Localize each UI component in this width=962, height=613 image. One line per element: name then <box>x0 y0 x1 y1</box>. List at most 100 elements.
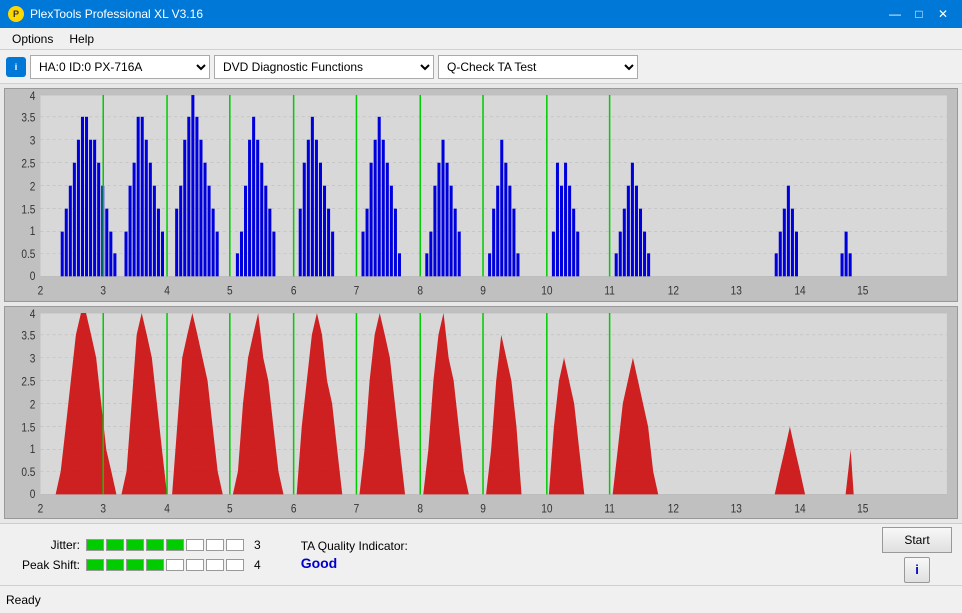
peak-bar-4 <box>146 559 164 571</box>
svg-text:2: 2 <box>30 398 36 411</box>
jitter-bar-5 <box>166 539 184 551</box>
jitter-bar <box>86 539 244 551</box>
peak-bar-6 <box>186 559 204 571</box>
svg-text:3: 3 <box>100 285 106 298</box>
peak-bar-8 <box>226 559 244 571</box>
device-section: i HA:0 ID:0 PX-716A <box>6 55 210 79</box>
svg-text:10: 10 <box>541 502 552 515</box>
peak-bar-2 <box>106 559 124 571</box>
svg-text:6: 6 <box>291 285 297 298</box>
svg-text:4: 4 <box>164 502 170 515</box>
title-bar: P PlexTools Professional XL V3.16 — □ ✕ <box>0 0 962 28</box>
svg-text:13: 13 <box>731 285 742 298</box>
svg-text:0: 0 <box>30 270 36 283</box>
top-chart-svg: 4 3.5 3 2.5 2 1.5 1 0.5 0 2 3 4 5 6 7 8 … <box>5 89 957 301</box>
metrics-section: Jitter: 3 Peak Shift: <box>10 538 261 572</box>
jitter-bar-4 <box>146 539 164 551</box>
jitter-bar-1 <box>86 539 104 551</box>
svg-text:5: 5 <box>227 502 233 515</box>
jitter-row: Jitter: 3 <box>10 538 261 552</box>
bottom-chart-svg: 4 3.5 3 2.5 2 1.5 1 0.5 0 2 3 4 5 6 7 8 … <box>5 307 957 519</box>
svg-text:4: 4 <box>164 285 170 298</box>
top-chart-panel: 4 3.5 3 2.5 2 1.5 1 0.5 0 2 3 4 5 6 7 8 … <box>4 88 958 302</box>
app-icon: P <box>8 6 24 22</box>
svg-text:15: 15 <box>857 285 868 298</box>
toolbar: i HA:0 ID:0 PX-716A DVD Diagnostic Funct… <box>0 50 962 84</box>
svg-text:6: 6 <box>291 502 297 515</box>
svg-text:2: 2 <box>38 502 44 515</box>
peak-shift-value: 4 <box>254 558 261 572</box>
menu-bar: Options Help <box>0 28 962 50</box>
svg-text:8: 8 <box>417 502 423 515</box>
window-controls: — □ ✕ <box>884 4 954 24</box>
test-select[interactable]: Q-Check TA Test <box>438 55 638 79</box>
svg-text:1.5: 1.5 <box>21 204 35 217</box>
status-text: Ready <box>6 593 41 607</box>
jitter-bar-7 <box>206 539 224 551</box>
svg-text:2.5: 2.5 <box>21 158 35 171</box>
peak-shift-bar <box>86 559 244 571</box>
svg-text:2: 2 <box>38 285 44 298</box>
svg-text:3.5: 3.5 <box>21 112 35 125</box>
svg-text:3.5: 3.5 <box>21 329 35 342</box>
svg-text:1: 1 <box>30 225 36 238</box>
svg-text:13: 13 <box>731 502 742 515</box>
ta-quality-value: Good <box>301 555 338 571</box>
info-button[interactable]: i <box>904 557 930 583</box>
jitter-label: Jitter: <box>10 538 80 552</box>
start-button[interactable]: Start <box>882 527 952 553</box>
bottom-panel: Jitter: 3 Peak Shift: <box>0 523 962 585</box>
svg-text:14: 14 <box>794 502 805 515</box>
peak-bar-7 <box>206 559 224 571</box>
jitter-bar-8 <box>226 539 244 551</box>
close-button[interactable]: ✕ <box>932 4 954 24</box>
bottom-chart-panel: 4 3.5 3 2.5 2 1.5 1 0.5 0 2 3 4 5 6 7 8 … <box>4 306 958 520</box>
svg-text:1: 1 <box>30 443 36 456</box>
svg-text:0.5: 0.5 <box>21 466 35 479</box>
svg-text:3: 3 <box>30 352 36 365</box>
svg-text:9: 9 <box>480 285 486 298</box>
jitter-value: 3 <box>254 538 261 552</box>
start-section: Start i <box>882 527 952 583</box>
menu-help[interactable]: Help <box>61 30 102 48</box>
svg-text:9: 9 <box>480 502 486 515</box>
device-icon: i <box>6 57 26 77</box>
jitter-bar-2 <box>106 539 124 551</box>
ta-section: TA Quality Indicator: Good <box>301 539 408 571</box>
svg-text:3: 3 <box>100 502 106 515</box>
svg-text:8: 8 <box>417 285 423 298</box>
ta-quality-label: TA Quality Indicator: <box>301 539 408 553</box>
window-title: PlexTools Professional XL V3.16 <box>30 7 203 21</box>
svg-text:4: 4 <box>30 308 36 321</box>
peak-bar-1 <box>86 559 104 571</box>
svg-text:2.5: 2.5 <box>21 375 35 388</box>
svg-text:12: 12 <box>668 285 679 298</box>
svg-text:10: 10 <box>541 285 552 298</box>
minimize-button[interactable]: — <box>884 4 906 24</box>
jitter-bar-6 <box>186 539 204 551</box>
svg-text:15: 15 <box>857 502 868 515</box>
jitter-bar-3 <box>126 539 144 551</box>
svg-text:0: 0 <box>30 488 36 501</box>
svg-text:3: 3 <box>30 135 36 148</box>
device-select[interactable]: HA:0 ID:0 PX-716A <box>30 55 210 79</box>
svg-text:0.5: 0.5 <box>21 248 35 261</box>
menu-options[interactable]: Options <box>4 30 61 48</box>
svg-text:14: 14 <box>794 285 805 298</box>
function-select[interactable]: DVD Diagnostic Functions <box>214 55 434 79</box>
svg-text:7: 7 <box>354 285 360 298</box>
peak-bar-5 <box>166 559 184 571</box>
maximize-button[interactable]: □ <box>908 4 930 24</box>
svg-text:1.5: 1.5 <box>21 421 35 434</box>
peak-shift-row: Peak Shift: 4 <box>10 558 261 572</box>
svg-text:11: 11 <box>604 285 615 298</box>
peak-shift-label: Peak Shift: <box>10 558 80 572</box>
svg-text:5: 5 <box>227 285 233 298</box>
svg-text:7: 7 <box>354 502 360 515</box>
status-bar: Ready <box>0 585 962 613</box>
svg-text:2: 2 <box>30 181 36 194</box>
peak-bar-3 <box>126 559 144 571</box>
svg-text:12: 12 <box>668 502 679 515</box>
svg-text:11: 11 <box>604 502 615 515</box>
svg-text:4: 4 <box>30 90 36 103</box>
